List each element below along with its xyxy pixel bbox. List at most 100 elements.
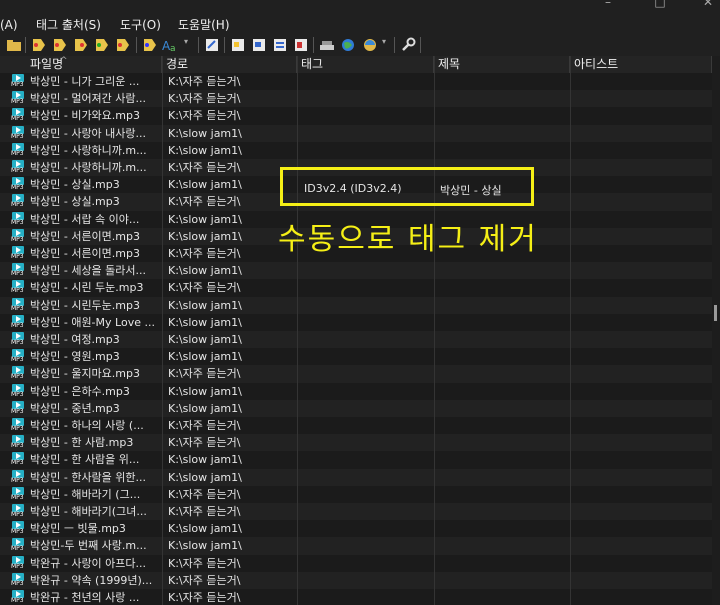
edit-document-icon[interactable] <box>204 37 220 53</box>
table-row[interactable]: MP3 박상민 - 멀어져간 사람... K:\자주 듣는거\ <box>0 90 712 108</box>
column-header-path[interactable]: 경로 <box>162 56 297 73</box>
maximize-icon[interactable]: □ <box>652 0 668 9</box>
mp3-file-icon: MP3 <box>11 91 25 106</box>
cell-path: K:\slow jam1\ <box>168 470 242 484</box>
sort-ascending-icon: ^ <box>60 56 68 66</box>
table-row[interactable]: MP3 박상민 - 한사람을 위한... K:\slow jam1\ <box>0 468 712 486</box>
tag-tag-icon[interactable] <box>115 37 131 53</box>
table-row[interactable]: MP3 박상민 - 하나의 사랑 (... K:\자주 듣는거\ <box>0 417 712 435</box>
menu-item-a[interactable]: (A) <box>0 17 18 33</box>
table-row[interactable]: MP3 박상민-두 번째 사랑.m... K:\slow jam1\ <box>0 537 712 555</box>
table-row[interactable]: MP3 박상민 - 시린 두눈.mp3 K:\자주 듣는거\ <box>0 279 712 297</box>
close-icon[interactable]: ✕ <box>700 0 716 9</box>
cell-filename: 박상민 - 사랑하니까.m... <box>30 143 147 157</box>
column-divider <box>570 56 571 605</box>
table-row[interactable]: MP3 박상민 - 한 사람을 위... K:\slow jam1\ <box>0 451 712 469</box>
mp3-file-icon: MP3 <box>11 590 25 605</box>
table-row[interactable]: MP3 박상민 - 여정.mp3 K:\slow jam1\ <box>0 331 712 349</box>
table-row[interactable]: MP3 박상민 - 울지마요.mp3 K:\자주 듣는거\ <box>0 365 712 383</box>
table-row[interactable]: MP3 박상민 - 사랑아 내사랑... K:\slow jam1\ <box>0 124 712 142</box>
vertical-scrollbar[interactable] <box>712 56 720 605</box>
cell-path: K:\slow jam1\ <box>168 539 242 553</box>
cell-path: K:\slow jam1\ <box>168 333 242 346</box>
mp3-file-icon: MP3 <box>11 418 25 433</box>
menu-tag-export[interactable]: 태그 출처(S) <box>36 17 101 33</box>
table-row[interactable]: MP3 박완규 - 사랑이 아프다... K:\자주 듣는거\ <box>0 554 712 572</box>
list-icon[interactable] <box>272 37 288 53</box>
table-row[interactable]: MP3 박상민 - 중년.mp3 K:\slow jam1\ <box>0 399 712 417</box>
cell-filename: 박상민 - 중년.mp3 <box>30 401 120 415</box>
cell-filename: 박상민 - 서른이면.mp3 <box>30 247 140 260</box>
open-folder-icon[interactable] <box>6 37 22 53</box>
column-header-artist[interactable]: 아티스트 <box>570 56 712 73</box>
toolbar-separator <box>136 37 137 53</box>
tag-edit-icon[interactable] <box>31 37 47 53</box>
table-row[interactable]: MP3 박상민 - 비가와요.mp3 K:\자주 듣는거\ <box>0 107 712 125</box>
table-row[interactable]: MP3 박상민 - 영원.mp3 K:\slow jam1\ <box>0 348 712 366</box>
table-row[interactable]: MP3 박상민 - 시린두눈.mp3 K:\slow jam1\ <box>0 296 712 314</box>
table-row[interactable]: MP3 박완규 - 천년의 사랑 ... K:\자주 듣는거\ <box>0 589 712 605</box>
cell-path: K:\slow jam1\ <box>168 143 242 157</box>
minimize-icon[interactable]: – <box>600 0 616 9</box>
cell-path: K:\slow jam1\ <box>168 350 242 364</box>
menu-bar: (A) 태그 출처(S) 도구(O) 도움말(H) – □ ✕ <box>0 0 720 34</box>
table-row[interactable]: MP3 박상민 - 한 사람.mp3 K:\자주 듣는거\ <box>0 434 712 452</box>
cell-filename: 박상민 - 시린두눈.mp3 <box>30 298 140 312</box>
chevron-down-icon[interactable]: ▾ <box>382 37 398 53</box>
column-header-filename[interactable]: 파일명 ^ <box>0 56 162 73</box>
table-row[interactable]: MP3 박상민 - 해바라기(그녀... K:\자주 듣는거\ <box>0 503 712 521</box>
svg-text:a: a <box>170 44 176 53</box>
settings-wrench-icon[interactable] <box>400 37 416 53</box>
web-source-icon[interactable] <box>340 37 356 53</box>
cell-filename: 박상민 - 상실.mp3 <box>30 195 120 209</box>
mp3-file-icon: MP3 <box>11 177 25 192</box>
mp3-file-icon: MP3 <box>11 366 25 381</box>
scan-icon[interactable] <box>319 37 335 53</box>
cell-filename: 박상민 - 사랑아 내사랑... <box>30 126 147 140</box>
file-list-grid: 파일명 ^ 경로 태그 제목 아티스트 MP3 박상민 - 니가 그리운 ... K:… <box>0 56 712 605</box>
mp3-file-icon: MP3 <box>11 108 25 123</box>
column-header-tag[interactable]: 태그 <box>297 56 434 73</box>
cell-path: K:\slow jam1\ <box>168 264 242 278</box>
auto-number-icon[interactable] <box>142 37 158 53</box>
mp3-file-icon: MP3 <box>11 435 25 450</box>
cell-filename: 박상민 - 한 사람.mp3 <box>30 436 134 450</box>
table-row[interactable]: MP3 박상민 - 사랑하니까.m... K:\slow jam1\ <box>0 141 712 159</box>
mp3-file-icon: MP3 <box>11 538 25 553</box>
playlist-icon[interactable] <box>293 37 309 53</box>
cell-filename: 박상민 - 영원.mp3 <box>30 350 120 364</box>
table-row[interactable]: MP3 박상민 ㅡ 빗물.mp3 K:\slow jam1\ <box>0 520 712 538</box>
menu-tools[interactable]: 도구(O) <box>120 17 161 33</box>
export-icon[interactable] <box>230 37 246 53</box>
cell-filename: 박상민 - 해바라기(그녀... <box>30 505 147 518</box>
cell-path: K:\자주 듣는거\ <box>168 75 241 88</box>
tag-filename-icon[interactable] <box>52 37 68 53</box>
table-row[interactable]: MP3 박상민 - 세상을 돌라서... K:\slow jam1\ <box>0 262 712 280</box>
table-row[interactable]: MP3 박상민 - 니가 그리운 ... K:\자주 듣는거\ <box>0 73 712 91</box>
import-icon[interactable] <box>251 37 267 53</box>
column-header-title[interactable]: 제목 <box>434 56 570 73</box>
cell-path: K:\자주 듣는거\ <box>168 419 241 432</box>
cell-path: K:\자주 듣는거\ <box>168 195 241 209</box>
scrollbar-thumb[interactable] <box>714 305 717 321</box>
toolbar-separator <box>420 37 421 53</box>
mp3-file-icon: MP3 <box>11 332 25 347</box>
table-row[interactable]: MP3 박완규 - 약속 (1999년)... K:\자주 듣는거\ <box>0 571 712 589</box>
annotation-caption: 수동으로 태그 제거 <box>278 222 538 257</box>
cell-filename: 박상민 - 애원-My Love ... <box>30 315 155 329</box>
case-convert-icon[interactable]: Aa <box>162 37 178 54</box>
cell-path: K:\slow jam1\ <box>168 178 242 192</box>
mp3-file-icon: MP3 <box>11 142 25 158</box>
table-row[interactable]: MP3 박상민 - 은하수.mp3 K:\slow jam1\ <box>0 382 712 400</box>
mp3-file-icon: MP3 <box>11 504 25 519</box>
menu-help[interactable]: 도움말(H) <box>178 17 230 33</box>
filename-tag-icon[interactable] <box>73 37 89 53</box>
online-database-icon[interactable] <box>362 37 378 53</box>
cell-path: K:\자주 듣는거\ <box>168 591 241 604</box>
cell-path: K:\slow jam1\ <box>168 384 242 398</box>
table-row[interactable]: MP3 박상민 - 애원-My Love ... K:\slow jam1\ <box>0 313 712 331</box>
rename-icon[interactable] <box>94 37 110 53</box>
cell-filename: 박상민 - 니가 그리운 ... <box>30 75 140 88</box>
column-header-filename-label: 파일명 <box>30 57 64 71</box>
table-row[interactable]: MP3 박상민 - 해바라기 (그... K:\자주 듣는거\ <box>0 485 712 503</box>
